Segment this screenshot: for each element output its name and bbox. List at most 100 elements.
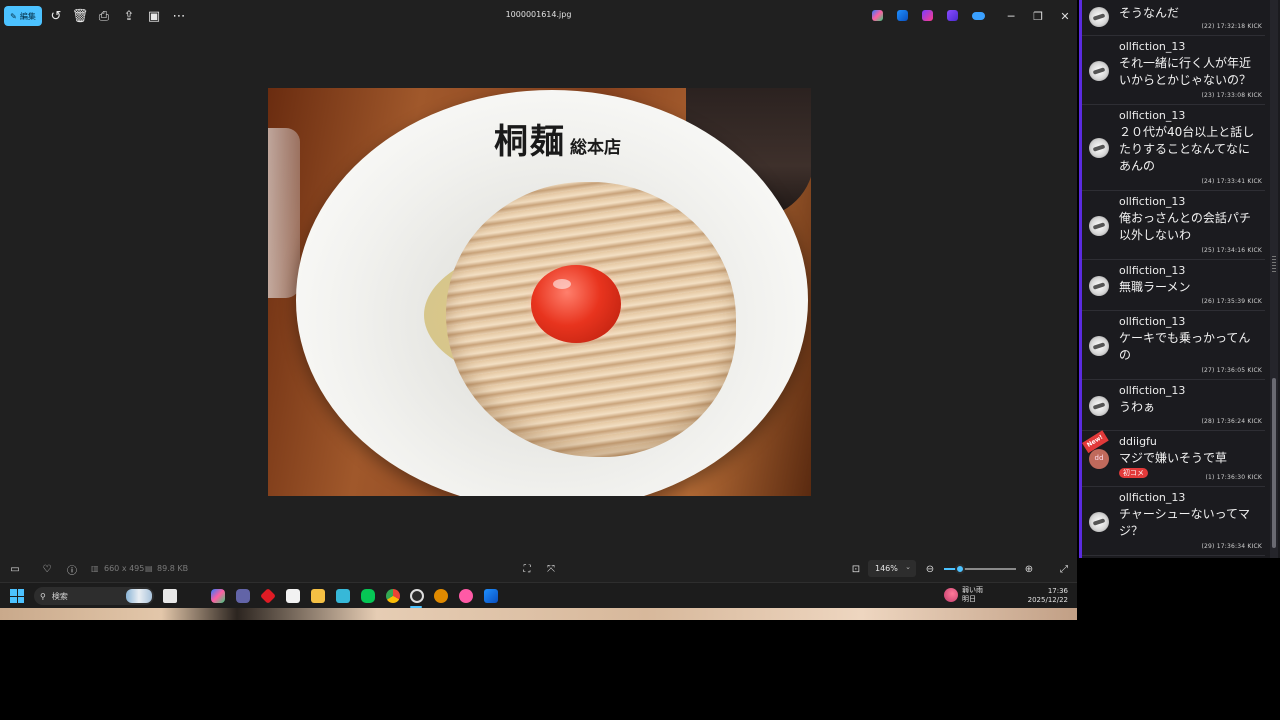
chat-username[interactable]: ollfiction_13 — [1119, 109, 1185, 122]
chat-message[interactable]: ollfiction_13 ２０代が40台以上と話したりすることなんてなにあんの (… — [1082, 105, 1265, 191]
chat-message-text: それ一緒に行く人が年近いからとかじゃないの？ — [1119, 56, 1252, 87]
delete-icon: 🗑 — [71, 8, 89, 24]
weather-widget[interactable]: 弱い雨 明日 — [944, 586, 983, 604]
slideshow-icon: ▣ — [147, 8, 161, 24]
teams-icon[interactable] — [236, 589, 250, 603]
more-icon: ⋯ — [172, 8, 186, 24]
zoom-in-button[interactable]: ⊕ — [1021, 561, 1037, 577]
chat-message-meta: (25) 17:34:16 KICK — [1201, 247, 1262, 254]
chat-message[interactable]: ollfiction_13 俺おっさんとの会話パチ以外しないわ (25) 17:34… — [1082, 191, 1265, 260]
fit-button[interactable]: ⊡ — [848, 561, 864, 577]
share-button[interactable]: ⇪ — [118, 6, 140, 26]
zoom-slider-thumb[interactable] — [954, 564, 965, 574]
line-icon[interactable] — [361, 589, 375, 603]
chat-message[interactable]: ollfiction_13 チャーシューないってマジ？ (29) 17:36:34 … — [1082, 487, 1265, 556]
chat-message[interactable]: ollfiction_13 無職ラーメン (26) 17:35:39 KICK — [1082, 260, 1265, 311]
taskbar-search[interactable]: ⚲ 検索 — [34, 587, 154, 605]
taskbar-clock[interactable]: 17:36 2025/12/22 — [1028, 587, 1068, 605]
chat-message-text: チャーシューないってマジ？ — [1119, 507, 1251, 538]
fullscreen-button[interactable]: ⤢ — [1056, 561, 1072, 577]
photo-viewer-window: ✎ 編集 ↺ 🗑 ⎙ ⇪ ▣ ⋯ 1000001614.jpg ─ ❐ ✕ 桐麺… — [0, 0, 1077, 582]
delete-button[interactable]: 🗑 — [69, 6, 91, 26]
clipchamp-icon[interactable] — [947, 10, 958, 21]
rotate-button[interactable]: ↺ — [45, 6, 67, 26]
photo-editor-icon[interactable] — [897, 10, 908, 21]
expand-button[interactable]: ⤧ — [543, 561, 559, 577]
search-icon: ⚲ — [40, 591, 46, 601]
chat-username[interactable]: ollfiction_13 — [1119, 195, 1185, 208]
chat-message-text: 無職ラーメン — [1119, 280, 1191, 294]
chat-username[interactable]: ollfiction_13 — [1119, 384, 1185, 397]
avatar[interactable] — [1089, 216, 1109, 236]
print-icon: ⎙ — [98, 8, 110, 24]
chat-message[interactable]: dd ddiigfu マジで嫌いそうで草 New! 初コメ (1) 17:36:30 KI… — [1082, 430, 1265, 487]
designer-icon[interactable] — [922, 10, 933, 21]
avatar[interactable] — [1089, 396, 1109, 416]
edit-button[interactable]: ✎ 編集 — [4, 6, 42, 26]
start-button[interactable] — [10, 589, 24, 603]
chat-username[interactable]: ollfiction_13 — [1119, 491, 1185, 504]
chat-message[interactable]: そうなんだ (22) 17:32:18 KICK — [1082, 0, 1265, 36]
avatar[interactable] — [1089, 138, 1109, 158]
chat-message[interactable]: ollfiction_13 それ一緒に行く人が年近いからとかじゃないの？ (23) … — [1082, 36, 1265, 105]
egg-yolk — [531, 265, 621, 343]
obs-icon[interactable] — [410, 589, 424, 603]
minimize-button[interactable]: ─ — [1002, 8, 1020, 24]
print-button[interactable]: ⎙ — [93, 6, 115, 26]
chat-username[interactable]: ollfiction_13 — [1119, 40, 1185, 53]
avatar[interactable] — [1089, 512, 1109, 532]
zoom-out-button[interactable]: ⊖ — [922, 561, 938, 577]
viewer-bottom-bar: ▭ ♡ ⓘ ▥ 660 x 495 ▤ 89.8 KB ⛶ ⤧ ⊡ 146% ⌄… — [0, 556, 1077, 582]
fit-icon: ⊡ — [851, 563, 861, 575]
chat-message-meta: (1) 17:36:30 KICK — [1205, 474, 1262, 481]
filmstrip-icon: ▭ — [10, 563, 20, 575]
focus-button[interactable]: ⛶ — [519, 561, 535, 577]
app-orange-icon[interactable] — [434, 589, 448, 603]
fullscreen-icon: ⤢ — [1060, 563, 1068, 575]
chat-username[interactable]: ollfiction_13 — [1119, 264, 1185, 277]
file-explorer-icon[interactable] — [311, 589, 325, 603]
zoom-select[interactable]: 146% ⌄ — [868, 560, 916, 577]
copilot-taskbar-icon[interactable] — [211, 589, 225, 603]
photo-canvas[interactable]: 桐麺 総本店 — [268, 88, 811, 496]
dimensions-icon: ▥ — [91, 564, 99, 573]
store-icon[interactable] — [286, 589, 300, 603]
avatar[interactable] — [1089, 61, 1109, 81]
chat-scrollbar[interactable] — [1270, 0, 1278, 558]
avatar[interactable]: dd — [1089, 449, 1109, 469]
clock-date: 2025/12/22 — [1027, 596, 1068, 604]
notes-icon[interactable] — [336, 589, 350, 603]
chrome-icon[interactable] — [386, 589, 400, 603]
search-placeholder: 検索 — [51, 591, 68, 601]
close-button[interactable]: ✕ — [1056, 8, 1074, 24]
more-button[interactable]: ⋯ — [168, 6, 190, 26]
zoom-in-icon: ⊕ — [1024, 563, 1034, 575]
chat-message[interactable]: ollfiction_13 ケーキでも乗っかってんの (27) 17:36:05 K… — [1082, 311, 1265, 380]
restore-icon: ❐ — [1033, 9, 1043, 23]
restore-button[interactable]: ❐ — [1029, 8, 1047, 24]
avatar[interactable] — [1089, 276, 1109, 296]
onedrive-icon[interactable] — [972, 12, 985, 20]
chat-message-text: うわぁ — [1119, 400, 1156, 414]
avatar[interactable] — [1089, 7, 1109, 27]
chat-message-text: マジで嫌いそうで草 — [1119, 451, 1228, 465]
chat-scroll-thumb[interactable] — [1272, 378, 1276, 548]
app-red-diamond-icon[interactable] — [260, 588, 276, 604]
bowl-logo-sub: 総本店 — [570, 138, 621, 158]
chat-username[interactable]: ollfiction_13 — [1119, 315, 1185, 328]
task-view-icon[interactable] — [163, 589, 177, 603]
info-button[interactable]: ⓘ — [64, 561, 80, 577]
bowl-logo-main: 桐麺 — [494, 122, 566, 162]
chat-message-meta: (23) 17:33:08 KICK — [1201, 92, 1262, 99]
copilot-icon[interactable] — [872, 10, 883, 21]
avatar[interactable] — [1089, 336, 1109, 356]
photos-icon[interactable] — [484, 589, 498, 603]
chat-message-text: ケーキでも乗っかってんの — [1119, 331, 1251, 362]
zoom-slider[interactable] — [944, 564, 1016, 574]
chat-username[interactable]: ddiigfu — [1119, 435, 1157, 448]
app-pink-icon[interactable] — [459, 589, 473, 603]
favorite-button[interactable]: ♡ — [39, 561, 55, 577]
slideshow-button[interactable]: ▣ — [143, 6, 165, 26]
filmstrip-button[interactable]: ▭ — [7, 561, 23, 577]
chat-message[interactable]: ollfiction_13 うわぁ (28) 17:36:24 KICK — [1082, 380, 1265, 431]
